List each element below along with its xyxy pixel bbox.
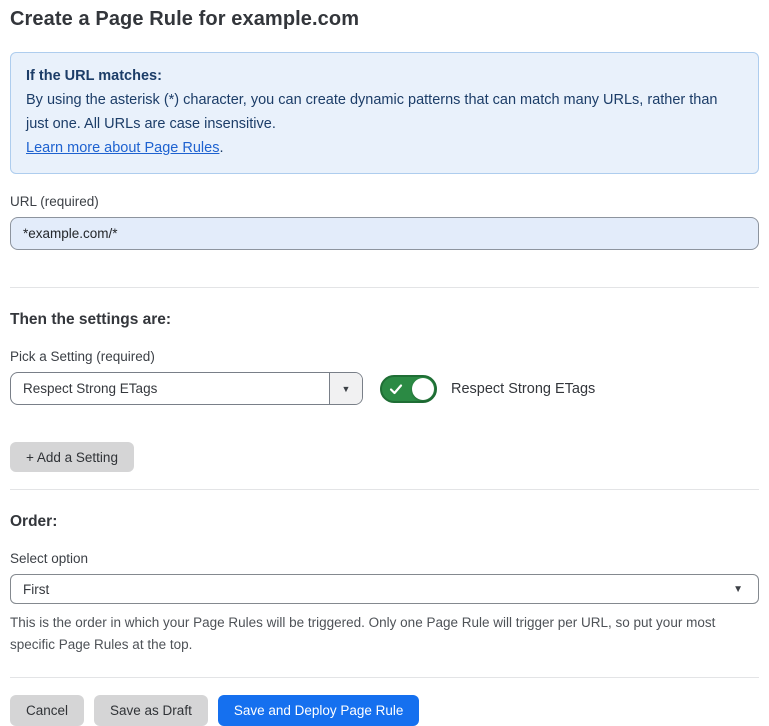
info-box-body: By using the asterisk (*) character, you… — [26, 88, 743, 136]
url-match-info-box: If the URL matches: By using the asteris… — [10, 52, 759, 174]
chevron-down-icon[interactable]: ▼ — [329, 373, 362, 404]
order-help-text: This is the order in which your Page Rul… — [10, 612, 755, 656]
url-label: URL (required) — [10, 194, 759, 209]
info-box-link-line: Learn more about Page Rules. — [26, 136, 743, 160]
order-select[interactable]: First ▼ — [10, 574, 759, 604]
toggle-knob — [412, 378, 434, 400]
page-title: Create a Page Rule for example.com — [10, 8, 759, 31]
info-box-heading: If the URL matches: — [26, 64, 743, 88]
check-icon — [389, 382, 403, 396]
footer-buttons: Cancel Save as Draft Save and Deploy Pag… — [10, 695, 759, 726]
setting-select-value: Respect Strong ETags — [11, 373, 329, 404]
settings-section-heading: Then the settings are: — [10, 311, 759, 329]
link-period: . — [219, 140, 223, 156]
add-setting-button[interactable]: + Add a Setting — [10, 442, 134, 472]
cancel-button[interactable]: Cancel — [10, 695, 84, 726]
url-input[interactable] — [10, 217, 759, 250]
divider — [10, 489, 759, 490]
save-as-draft-button[interactable]: Save as Draft — [94, 695, 208, 726]
setting-toggle[interactable] — [380, 375, 437, 403]
order-select-value: First — [23, 582, 733, 597]
chevron-down-icon: ▼ — [733, 584, 743, 595]
save-and-deploy-button[interactable]: Save and Deploy Page Rule — [218, 695, 420, 726]
divider — [10, 677, 759, 678]
learn-more-link[interactable]: Learn more about Page Rules — [26, 140, 219, 156]
toggle-label: Respect Strong ETags — [451, 381, 595, 397]
setting-select[interactable]: Respect Strong ETags ▼ — [10, 372, 363, 405]
setting-row: Respect Strong ETags ▼ Respect Strong ET… — [10, 372, 759, 405]
create-page-rule-form: Create a Page Rule for example.com If th… — [0, 0, 769, 726]
pick-setting-label: Pick a Setting (required) — [10, 349, 759, 364]
order-select-label: Select option — [10, 551, 759, 566]
divider — [10, 287, 759, 288]
order-section-heading: Order: — [10, 513, 759, 531]
